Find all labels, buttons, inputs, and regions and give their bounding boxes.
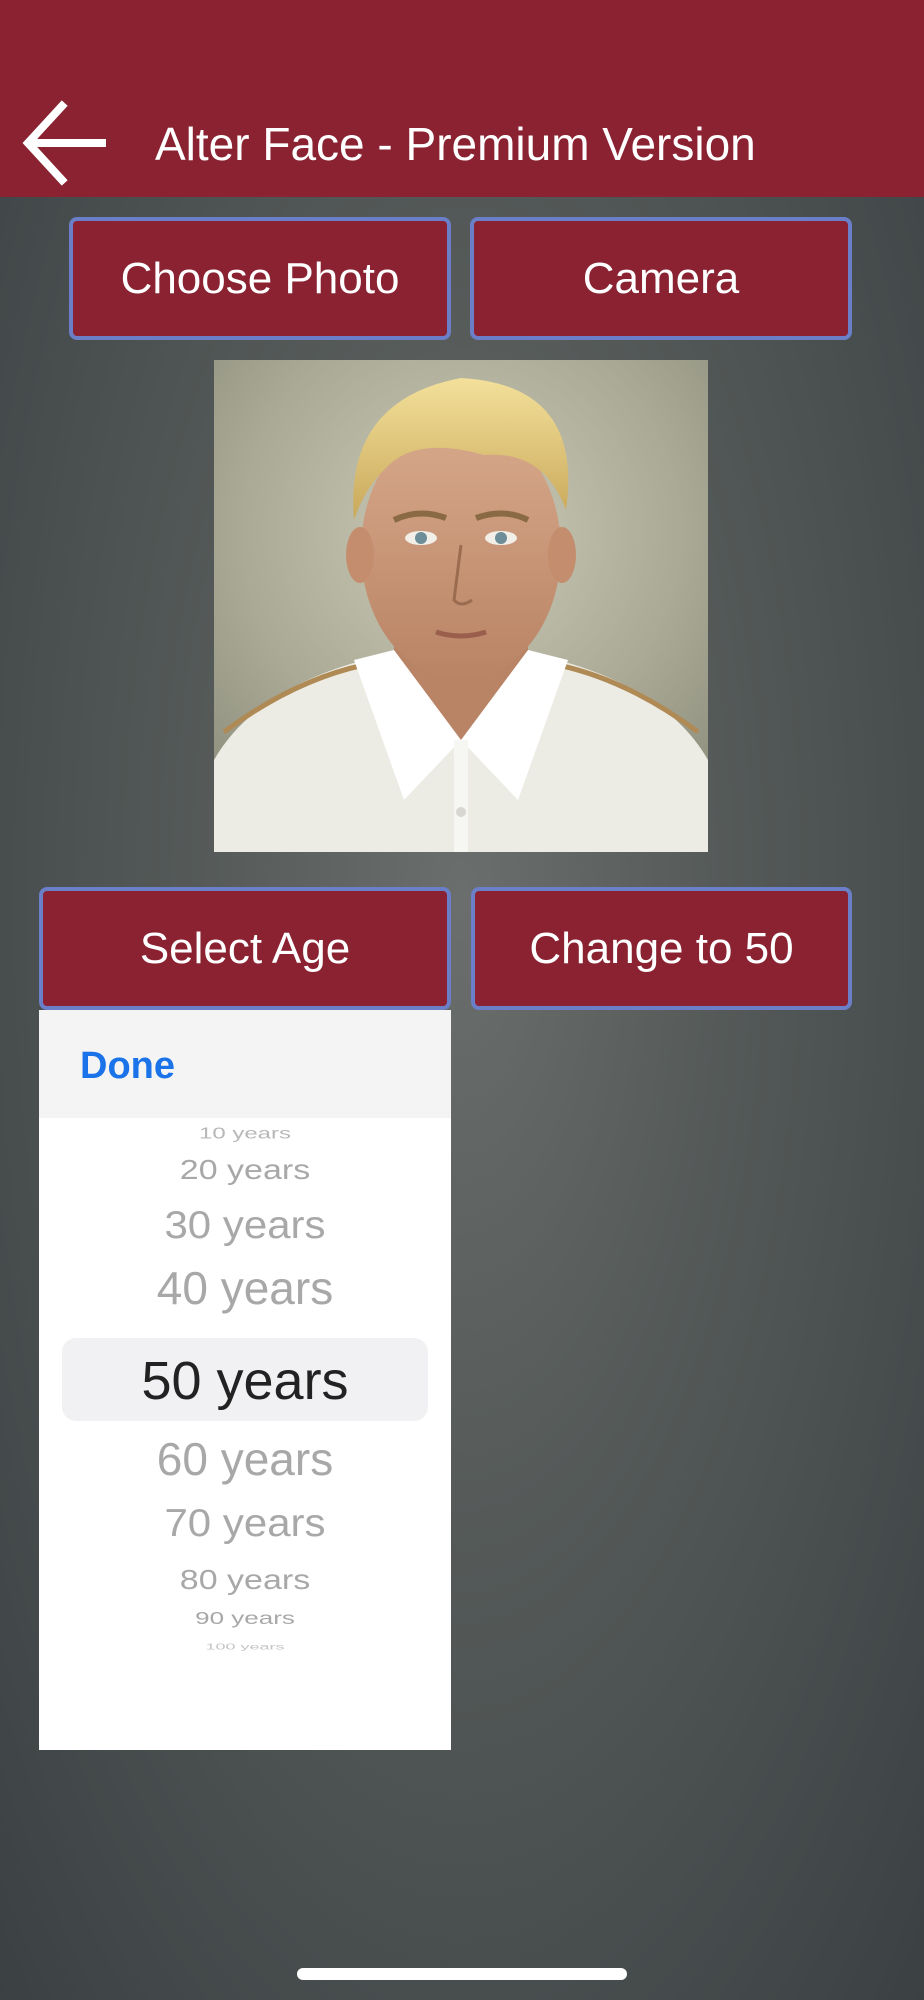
arrow-left-icon (22, 100, 106, 186)
picker-option-selected[interactable]: 50 years (39, 1354, 451, 1408)
picker-option[interactable]: 100 years (39, 1643, 451, 1651)
picker-option[interactable]: 80 years (39, 1566, 451, 1594)
camera-button[interactable]: Camera (470, 217, 852, 340)
back-button[interactable] (22, 98, 108, 188)
done-button[interactable]: Done (80, 1044, 175, 1088)
picker-option[interactable]: 90 years (39, 1609, 451, 1627)
picker-option[interactable]: 40 years (39, 1265, 451, 1311)
home-indicator (297, 1968, 627, 1980)
age-picker[interactable]: Done 10 years 20 years 30 years 40 years… (39, 1010, 451, 1750)
app-header: Alter Face - Premium Version (0, 0, 924, 197)
picker-option[interactable]: 30 years (39, 1205, 451, 1245)
picker-option[interactable]: 70 years (39, 1503, 451, 1543)
select-age-button[interactable]: Select Age (39, 887, 451, 1010)
change-age-button[interactable]: Change to 50 (471, 887, 852, 1010)
face-photo (214, 360, 708, 852)
picker-option[interactable]: 60 years (39, 1436, 451, 1482)
choose-photo-button[interactable]: Choose Photo (69, 217, 451, 340)
picker-toolbar: Done (39, 1010, 451, 1118)
picker-option[interactable]: 10 years (39, 1126, 451, 1142)
picker-option[interactable]: 20 years (39, 1156, 451, 1184)
page-title: Alter Face - Premium Version (155, 118, 756, 170)
